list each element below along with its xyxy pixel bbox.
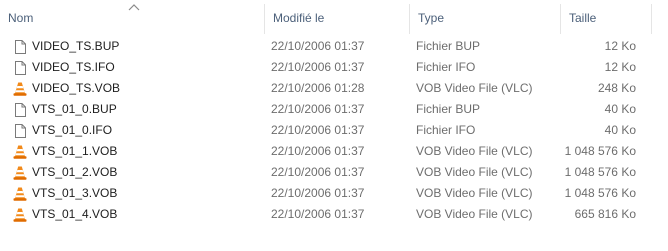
file-row[interactable]: VIDEO_TS.VOB 22/10/2006 01:28 VOB Video … <box>0 78 668 99</box>
file-modified: 22/10/2006 01:37 <box>271 60 365 74</box>
file-name: VIDEO_TS.IFO <box>32 60 115 74</box>
file-modified: 22/10/2006 01:37 <box>271 207 365 221</box>
file-icon <box>12 102 28 118</box>
file-modified: 22/10/2006 01:37 <box>271 39 365 53</box>
file-icon <box>12 60 28 76</box>
file-size: 12 Ko <box>604 60 636 74</box>
file-modified: 22/10/2006 01:37 <box>271 186 365 200</box>
file-row[interactable]: VIDEO_TS.BUP 22/10/2006 01:37 Fichier BU… <box>0 36 668 57</box>
file-list: VIDEO_TS.BUP 22/10/2006 01:37 Fichier BU… <box>0 36 668 225</box>
file-row[interactable]: VTS_01_2.VOB 22/10/2006 01:37 VOB Video … <box>0 162 668 183</box>
file-modified: 22/10/2006 01:37 <box>271 144 365 158</box>
file-type: VOB Video File (VLC) <box>416 165 533 179</box>
file-size: 665 816 Ko <box>574 207 636 221</box>
file-size: 248 Ko <box>597 81 636 95</box>
column-header-modified[interactable]: Modifié le <box>265 0 409 36</box>
file-row[interactable]: VTS_01_0.BUP 22/10/2006 01:37 Fichier BU… <box>0 99 668 120</box>
vlc-icon <box>12 186 28 202</box>
column-header-size[interactable]: Taille <box>561 0 651 36</box>
vlc-icon <box>12 144 28 160</box>
vlc-icon <box>12 207 28 223</box>
vlc-icon <box>12 165 28 181</box>
file-modified: 22/10/2006 01:37 <box>271 123 365 137</box>
column-header-name[interactable]: Nom <box>0 0 262 36</box>
file-size: 1 048 576 Ko <box>564 165 636 179</box>
file-type: VOB Video File (VLC) <box>416 207 533 221</box>
file-type: VOB Video File (VLC) <box>416 186 533 200</box>
file-row[interactable]: VTS_01_4.VOB 22/10/2006 01:37 VOB Video … <box>0 204 668 225</box>
file-name: VTS_01_2.VOB <box>32 165 118 179</box>
column-divider[interactable] <box>651 4 652 34</box>
file-type: VOB Video File (VLC) <box>416 81 533 95</box>
file-icon <box>12 123 28 139</box>
file-row[interactable]: VTS_01_1.VOB 22/10/2006 01:37 VOB Video … <box>0 141 668 162</box>
file-size: 40 Ko <box>604 123 636 137</box>
file-type: Fichier IFO <box>416 60 476 74</box>
file-modified: 22/10/2006 01:37 <box>271 102 365 116</box>
file-name: VTS_01_4.VOB <box>32 207 118 221</box>
file-modified: 22/10/2006 01:37 <box>271 165 365 179</box>
file-modified: 22/10/2006 01:28 <box>271 81 365 95</box>
file-size: 1 048 576 Ko <box>564 186 636 200</box>
file-size: 12 Ko <box>604 39 636 53</box>
file-row[interactable]: VTS_01_3.VOB 22/10/2006 01:37 VOB Video … <box>0 183 668 204</box>
file-name: VTS_01_0.BUP <box>32 102 117 116</box>
column-header-bar: Nom Modifié le Type Taille <box>0 0 668 36</box>
file-row[interactable]: VTS_01_0.IFO 22/10/2006 01:37 Fichier IF… <box>0 120 668 141</box>
file-name: VTS_01_1.VOB <box>32 144 118 158</box>
file-name: VIDEO_TS.VOB <box>32 81 121 95</box>
file-type: Fichier BUP <box>416 39 481 53</box>
file-row[interactable]: VIDEO_TS.IFO 22/10/2006 01:37 Fichier IF… <box>0 57 668 78</box>
file-name: VTS_01_0.IFO <box>32 123 113 137</box>
file-size: 1 048 576 Ko <box>564 144 636 158</box>
file-type: Fichier BUP <box>416 102 481 116</box>
vlc-icon <box>12 81 28 97</box>
file-name: VTS_01_3.VOB <box>32 186 118 200</box>
file-type: VOB Video File (VLC) <box>416 144 533 158</box>
file-type: Fichier IFO <box>416 123 476 137</box>
file-size: 40 Ko <box>604 102 636 116</box>
column-header-type[interactable]: Type <box>410 0 560 36</box>
file-name: VIDEO_TS.BUP <box>32 39 120 53</box>
file-icon <box>12 39 28 55</box>
